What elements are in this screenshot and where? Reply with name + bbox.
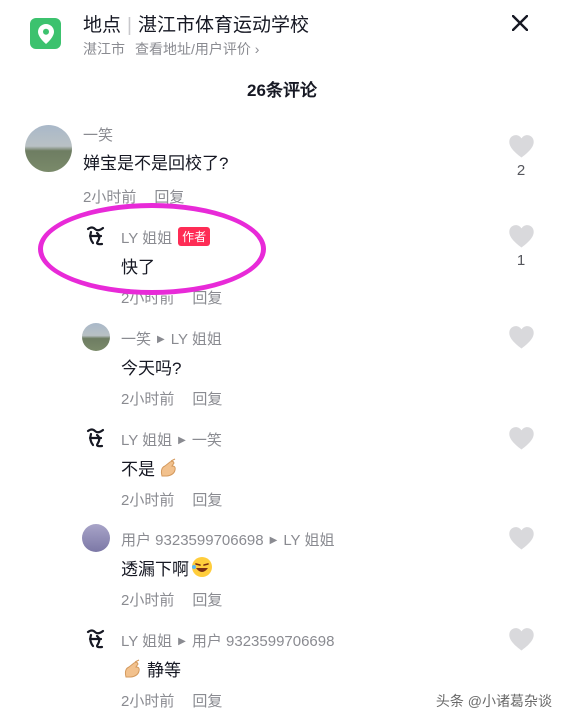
like-count: 2 — [516, 162, 526, 179]
reply-arrow-icon: ▶ — [157, 334, 165, 345]
comment-time: 2小时前 — [83, 189, 137, 206]
comment-meta: 2小时前 回复 — [121, 287, 222, 308]
comment-username[interactable]: LY 姐姐 ▶ 一笑 — [121, 429, 222, 450]
comment-meta: 2小时前 回复 — [121, 690, 222, 711]
title-separator: | — [127, 15, 132, 36]
like-button[interactable] — [506, 325, 536, 349]
calligraphy-seal-icon — [86, 428, 105, 448]
calligraphy-seal-icon — [86, 226, 105, 246]
reply-button[interactable]: 回复 — [192, 290, 222, 307]
like-button[interactable] — [506, 526, 536, 550]
heart-icon — [508, 628, 534, 651]
close-button[interactable] — [506, 9, 534, 37]
location-name: 湛江市体育运动学校 — [137, 15, 309, 36]
location-pin-icon — [30, 18, 61, 49]
location-city: 湛江市 — [83, 41, 125, 57]
heart-icon — [508, 427, 534, 450]
avatar[interactable] — [25, 125, 72, 172]
location-title[interactable]: 地点 | 湛江市体育运动学校 — [83, 10, 309, 37]
like-count: 1 — [516, 252, 526, 269]
reply-button[interactable]: 回复 — [192, 592, 222, 609]
chevron-right-icon: › — [250, 41, 260, 57]
like-button[interactable] — [506, 627, 536, 651]
comment-meta: 2小时前 回复 — [121, 388, 222, 409]
avatar[interactable] — [82, 424, 110, 452]
like-button[interactable]: 1 — [506, 224, 536, 269]
like-button[interactable]: 2 — [506, 134, 536, 179]
heart-icon — [508, 326, 534, 349]
comment-text: 今天吗? — [121, 359, 182, 378]
heart-icon — [508, 527, 534, 550]
comment-meta: 2小时前 回复 — [121, 489, 222, 510]
heart-icon — [508, 135, 534, 158]
comment-time: 2小时前 — [121, 492, 175, 509]
location-subtitle: 湛江市 查看地址/用户评价 › — [83, 39, 259, 59]
close-icon — [512, 15, 528, 31]
comment-username[interactable]: 一笑 — [83, 124, 113, 145]
reply-arrow-icon: ▶ — [178, 636, 186, 647]
avatar[interactable] — [82, 323, 110, 351]
laughing-emoji-icon — [191, 556, 213, 583]
comment-meta: 2小时前 回复 — [83, 186, 184, 207]
comment-username[interactable]: 一笑 ▶ LY 姐姐 — [121, 328, 222, 349]
finger-heart-emoji-icon — [157, 458, 179, 483]
comment-text: 不是 — [121, 455, 179, 483]
avatar[interactable] — [82, 524, 110, 552]
reply-button[interactable]: 回复 — [192, 391, 222, 408]
heart-icon — [508, 225, 534, 248]
comment-meta: 2小时前 回复 — [121, 589, 222, 610]
comment-time: 2小时前 — [121, 592, 175, 609]
view-address-label: 查看地址/用户评价 — [135, 41, 251, 57]
comment-count: 26条评论 — [247, 81, 317, 100]
finger-heart-emoji-icon — [121, 659, 143, 684]
avatar[interactable] — [82, 222, 110, 250]
comment-text: 透漏下啊 — [121, 555, 213, 583]
comment-time: 2小时前 — [121, 290, 175, 307]
calligraphy-seal-icon — [86, 629, 105, 649]
location-header: 地点 | 湛江市体育运动学校 湛江市 查看地址/用户评价 › — [0, 0, 564, 68]
comment-text: 快了 — [121, 258, 155, 277]
avatar[interactable] — [82, 625, 110, 653]
highlight-circle — [38, 203, 266, 295]
watermark: 头条 @小诸葛杂谈 — [435, 693, 552, 709]
comment-username[interactable]: 用户 9323599706698 ▶ LY 姐姐 — [121, 529, 334, 550]
view-address-link[interactable]: 查看地址/用户评价 › — [135, 41, 259, 57]
comment-username[interactable]: LY 姐姐 作者 — [121, 227, 211, 248]
comment-username[interactable]: LY 姐姐 ▶ 用户 9323599706698 — [121, 630, 334, 651]
comment-time: 2小时前 — [121, 693, 175, 710]
comment-text: 婵宝是不是回校了? — [83, 154, 229, 173]
reply-button[interactable]: 回复 — [192, 492, 222, 509]
author-badge: 作者 — [178, 227, 211, 246]
reply-button[interactable]: 回复 — [154, 189, 184, 206]
reply-button[interactable]: 回复 — [192, 693, 222, 710]
like-button[interactable] — [506, 426, 536, 450]
reply-arrow-icon: ▶ — [178, 435, 186, 446]
comment-time: 2小时前 — [121, 391, 175, 408]
reply-arrow-icon: ▶ — [269, 535, 278, 546]
comment-text: 静等 — [121, 656, 181, 684]
location-label: 地点 — [83, 15, 122, 36]
